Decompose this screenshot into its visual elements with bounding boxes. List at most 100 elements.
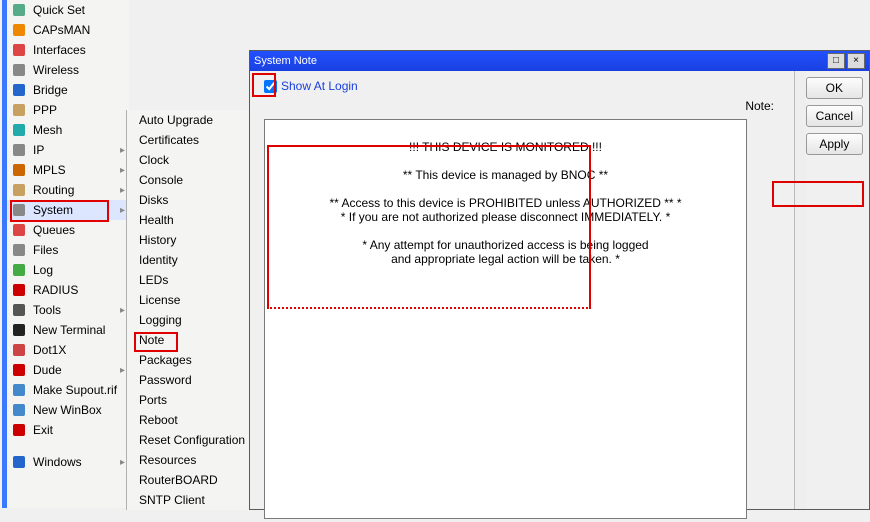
cancel-button[interactable]: Cancel	[806, 105, 863, 127]
submenu-item-certificates[interactable]: Certificates	[127, 130, 267, 150]
tools-icon	[11, 302, 27, 318]
windows-icon	[11, 454, 27, 470]
sidebar-item-quick-set[interactable]: Quick Set▸	[7, 0, 129, 20]
submenu-item-leds[interactable]: LEDs	[127, 270, 267, 290]
mpls-icon	[11, 162, 27, 178]
sidebar-item-dude[interactable]: Dude▸	[7, 360, 129, 380]
submenu-item-console[interactable]: Console	[127, 170, 267, 190]
dot1x-icon	[11, 342, 27, 358]
chevron-right-icon: ▸	[120, 205, 125, 216]
wand-icon	[11, 2, 27, 18]
sidebar-item-label: Mesh	[33, 123, 62, 137]
sidebar-item-label: Make Supout.rif	[33, 383, 117, 397]
chevron-right-icon: ▸	[120, 365, 125, 376]
sidebar-item-label: Dot1X	[33, 343, 66, 357]
submenu-item-ports[interactable]: Ports	[127, 390, 267, 410]
sidebar-item-log[interactable]: Log▸	[7, 260, 129, 280]
submenu-item-disks[interactable]: Disks	[127, 190, 267, 210]
window-titlebar[interactable]: System Note □ ×	[250, 51, 869, 71]
chevron-right-icon: ▸	[120, 305, 125, 316]
ip-icon	[11, 142, 27, 158]
apply-button[interactable]: Apply	[806, 133, 863, 155]
minimize-icon[interactable]: □	[827, 53, 845, 69]
show-at-login-label: Show At Login	[281, 79, 358, 93]
sidebar-item-ip[interactable]: IP ▸	[7, 140, 129, 160]
sidebar-item-ppp[interactable]: PPP▸	[7, 100, 129, 120]
sidebar-item-files[interactable]: Files▸	[7, 240, 129, 260]
antenna-icon	[11, 22, 27, 38]
sidebar-item-make-supout-rif[interactable]: Make Supout.rif▸	[7, 380, 129, 400]
submenu-item-health[interactable]: Health	[127, 210, 267, 230]
sidebar-item-interfaces[interactable]: Interfaces▸	[7, 40, 129, 60]
sidebar-item-windows[interactable]: Windows▸	[7, 452, 129, 472]
submenu-item-auto-upgrade[interactable]: Auto Upgrade	[127, 110, 267, 130]
submenu-item-sntp-client[interactable]: SNTP Client	[127, 490, 267, 510]
window-title: System Note	[254, 55, 317, 67]
sidebar-item-routing[interactable]: Routing ▸	[7, 180, 129, 200]
sidebar-item-label: Log	[33, 263, 53, 277]
sidebar-item-label: Exit	[33, 423, 53, 437]
sidebar-item-label: Bridge	[33, 83, 68, 97]
gear-icon	[11, 202, 27, 218]
close-icon[interactable]: ×	[847, 53, 865, 69]
sidebar-item-capsman[interactable]: CAPsMAN▸	[7, 20, 129, 40]
routing-icon	[11, 182, 27, 198]
sidebar-item-radius[interactable]: RADIUS▸	[7, 280, 129, 300]
main-sidebar: Quick Set▸CAPsMAN▸Interfaces▸Wireless▸Br…	[2, 0, 129, 508]
show-at-login-checkbox[interactable]	[264, 80, 277, 93]
ok-button[interactable]: OK	[806, 77, 863, 99]
bridge-icon	[11, 82, 27, 98]
sidebar-item-label: Tools	[33, 303, 61, 317]
sidebar-item-label: Routing	[33, 183, 74, 197]
submenu-item-license[interactable]: License	[127, 290, 267, 310]
chevron-right-icon: ▸	[120, 145, 125, 156]
chevron-right-icon: ▸	[120, 165, 125, 176]
sidebar-item-mpls[interactable]: MPLS▸	[7, 160, 129, 180]
ppp-icon	[11, 102, 27, 118]
sidebar-item-label: Interfaces	[33, 43, 86, 57]
terminal-icon	[11, 322, 27, 338]
submenu-item-reboot[interactable]: Reboot	[127, 410, 267, 430]
sidebar-item-label: Windows	[33, 455, 82, 469]
sidebar-item-label: Wireless	[33, 63, 79, 77]
sidebar-item-label: IP	[33, 143, 44, 157]
sidebar-item-label: Files	[33, 243, 58, 257]
submenu-item-routerboard[interactable]: RouterBOARD	[127, 470, 267, 490]
radius-icon	[11, 282, 27, 298]
sidebar-item-tools[interactable]: Tools ▸	[7, 300, 129, 320]
note-textarea[interactable]	[264, 119, 747, 519]
sidebar-item-dot1x[interactable]: Dot1X▸	[7, 340, 129, 360]
log-icon	[11, 262, 27, 278]
sidebar-item-label: Queues	[33, 223, 75, 237]
submenu-item-resources[interactable]: Resources	[127, 450, 267, 470]
sidebar-item-system[interactable]: System▸	[7, 200, 129, 220]
submenu-item-history[interactable]: History	[127, 230, 267, 250]
bars-icon	[11, 42, 27, 58]
sidebar-item-new-winbox[interactable]: New WinBox▸	[7, 400, 129, 420]
files-icon	[11, 242, 27, 258]
submenu-item-clock[interactable]: Clock	[127, 150, 267, 170]
sidebar-item-label: Quick Set	[33, 3, 85, 17]
submenu-item-password[interactable]: Password	[127, 370, 267, 390]
sidebar-item-wireless[interactable]: Wireless▸	[7, 60, 129, 80]
submenu-item-identity[interactable]: Identity	[127, 250, 267, 270]
submenu-item-logging[interactable]: Logging	[127, 310, 267, 330]
sidebar-item-label: PPP	[33, 103, 57, 117]
exit-icon	[11, 422, 27, 438]
sidebar-item-mesh[interactable]: Mesh▸	[7, 120, 129, 140]
submenu-item-note[interactable]: Note	[127, 330, 267, 350]
scrollbar[interactable]	[794, 71, 806, 509]
sidebar-item-exit[interactable]: Exit▸	[7, 420, 129, 440]
sidebar-item-label: New Terminal	[33, 323, 105, 337]
system-submenu: Auto UpgradeCertificatesClockConsoleDisk…	[126, 110, 268, 510]
note-field-label: Note:	[264, 99, 780, 113]
submenu-item-reset-configuration[interactable]: Reset Configuration	[127, 430, 267, 450]
sidebar-item-queues[interactable]: Queues▸	[7, 220, 129, 240]
sidebar-item-bridge[interactable]: Bridge▸	[7, 80, 129, 100]
chevron-right-icon: ▸	[120, 185, 125, 196]
sidebar-item-label: CAPsMAN	[33, 23, 90, 37]
submenu-item-packages[interactable]: Packages	[127, 350, 267, 370]
queue-icon	[11, 222, 27, 238]
sidebar-item-new-terminal[interactable]: New Terminal▸	[7, 320, 129, 340]
system-note-window: System Note □ × Show At Login Note: OK C…	[249, 50, 870, 510]
